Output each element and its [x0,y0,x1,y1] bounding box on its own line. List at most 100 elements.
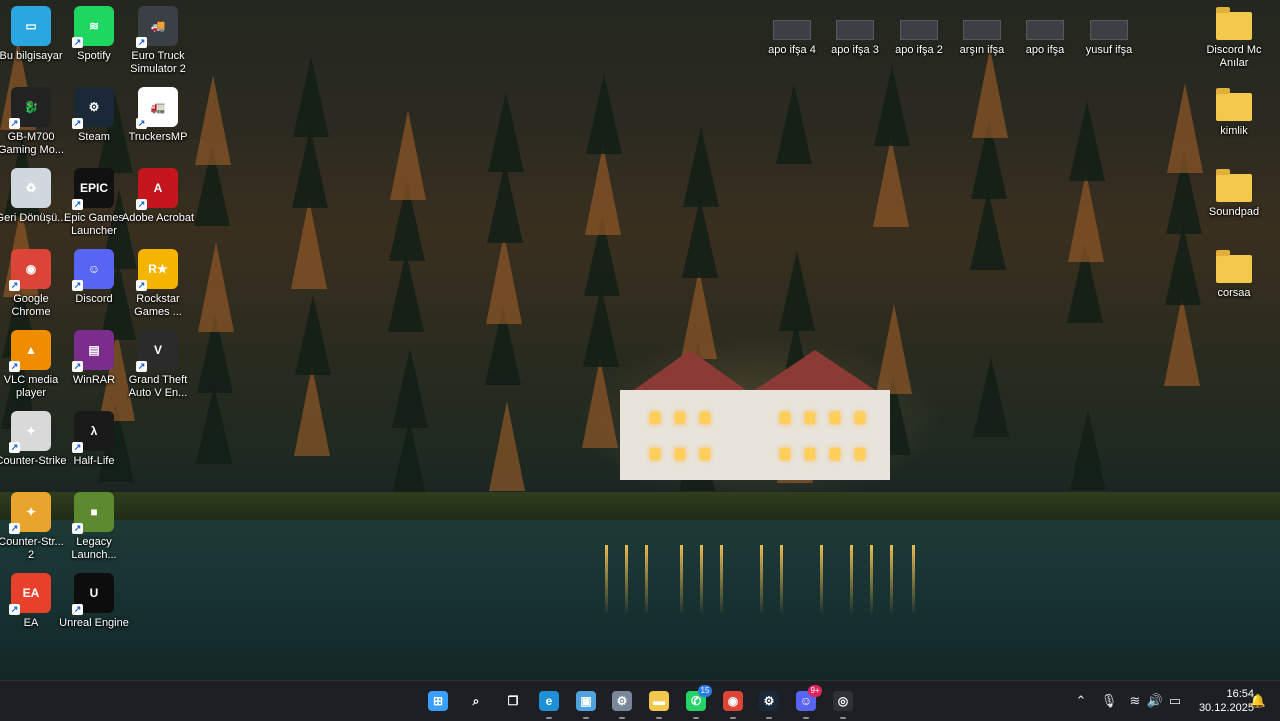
video-thumbnail-icon [836,20,874,40]
truck-icon: 🚚 ↗ [136,6,178,48]
light-reflection [850,545,853,615]
steam-taskbar-button[interactable]: ⚙ [755,687,783,719]
light-reflection [680,545,683,615]
desktop-icon[interactable]: A ↗ Adobe Acrobat [121,164,195,225]
desktop-icon-label: TruckersMP [128,131,188,143]
task-view-button[interactable]: ❐ [499,687,527,715]
discord-taskbar-button[interactable]: ☺ 9+ [792,685,822,719]
lit-window [700,448,710,460]
chrome-icon: ◉ ↗ [9,249,51,291]
desktop-icon[interactable]: ⚙ ↗ Steam [57,83,131,144]
desktop-icon[interactable]: ■ ↗ Legacy Launch... [57,488,131,562]
notification-bell-icon[interactable]: 🔔 [1250,681,1266,721]
desktop-icon[interactable]: Soundpad [1197,164,1271,219]
lit-window [780,448,790,460]
icon-glyph: e [545,694,553,708]
edge-button[interactable]: e [535,687,563,719]
desktop-icon[interactable]: corsaa [1197,245,1271,300]
lit-window [650,412,660,424]
tree-shape [972,48,1008,138]
tree-shape [294,366,330,456]
file-explorer-button[interactable]: ▬ [645,687,673,719]
desktop-icon-label: Bu bilgisayar [0,50,63,62]
tree-shape [292,128,328,208]
icon-glyph: ❐ [507,694,519,708]
desktop-icon-label: kimlik [1220,125,1248,137]
taskbar: ⊞ ⌕ ❐ e ▣ ⚙ ▬ ✆ 15 ◉ ⚙ ☺ 9+ ◎ ⌃ 🎙 ≋ 🔊 ▭ 16:54 30.12.2… [0,680,1280,721]
shortcut-arrow-icon: ↗ [72,604,83,615]
desktop-icon-label: Legacy Launch... [71,536,117,561]
lit-window [805,448,815,460]
icon-glyph: ⚙ [88,100,100,114]
clock[interactable]: 16:54 30.12.2025 [1186,687,1254,715]
tree-shape [295,295,331,375]
desktop-icon-label: EA [23,617,39,629]
icon-glyph: V [153,343,162,357]
desktop-icon-label: Soundpad [1208,206,1260,218]
whatsapp-button[interactable]: ✆ 15 [682,685,712,719]
lake-house [620,350,890,480]
desktop-icon-label: Euro Truck Simulator 2 [130,50,186,75]
desktop-icon[interactable]: ≋ ↗ Spotify [57,2,131,63]
gear-icon: ⚙ [612,691,632,711]
desktop-icon-label: Steam [78,131,110,143]
desktop-icon[interactable]: 🚚 ↗ Euro Truck Simulator 2 [121,2,195,76]
light-reflection [890,545,893,615]
microphone-icon[interactable]: 🎙 [1100,681,1118,721]
desktop-icon[interactable]: λ ↗ Half-Life [57,407,131,468]
shortcut-arrow-icon: ↗ [72,442,83,453]
shortcut-arrow-icon: ↗ [9,604,20,615]
battery-icon[interactable]: ▭ [1166,681,1184,721]
desktop-icon[interactable]: ▤ ↗ WinRAR [57,326,131,387]
light-reflection [645,545,648,615]
folder-icon [1216,250,1252,283]
wifi-icon[interactable]: ≋ [1126,681,1144,721]
tree-shape [583,287,619,367]
minecraft-icon: ■ ↗ [72,492,114,534]
icon-glyph: ⚙ [616,694,628,708]
running-indicator [693,717,699,719]
light-reflection [780,545,783,615]
shortcut-arrow-icon: ↗ [9,118,20,129]
desktop-icon[interactable]: apo ifşa 3 [818,2,892,57]
shortcut-arrow-icon: ↗ [9,442,20,453]
tree-shape [683,127,719,207]
desktop-icon[interactable]: ☺ ↗ Discord [57,245,131,306]
start-button[interactable]: ⊞ [424,687,452,715]
shortcut-arrow-icon: ↗ [72,118,83,129]
dragon-icon: 🐉 ↗ [9,87,51,129]
desktop-icon[interactable]: yusuf ifşa [1072,2,1146,57]
icon-glyph: ◉ [727,694,739,708]
tree-shape [779,251,815,331]
steam-icon: ⚙ ↗ [72,87,114,129]
show-hidden-icons-chevron[interactable]: ⌃ [1072,681,1090,721]
shortcut-arrow-icon: ↗ [9,523,20,534]
desktop-icon[interactable]: Discord Mc Anılar [1197,2,1271,70]
desktop-icon[interactable]: 🚛 ↗ TruckersMP [121,83,195,144]
clock-time: 16:54 [1226,688,1254,700]
obs-button[interactable]: ◎ [829,687,857,719]
search-button[interactable]: ⌕ [462,687,490,715]
icon-glyph: U [89,586,99,600]
volume-icon[interactable]: 🔊 [1146,681,1164,721]
desktop-icon-label: Discord [75,293,113,305]
monitor-icon: ▣ [576,691,596,711]
monitor-app-button[interactable]: ▣ [572,687,600,719]
settings-button[interactable]: ⚙ [608,687,636,719]
desktop-icon[interactable]: V ↗ Grand Theft Auto V En... [121,326,195,400]
icon-glyph: ▭ [25,19,37,33]
desktop-icon-label: apo ifşa 4 [768,44,816,56]
chrome-taskbar-button[interactable]: ◉ [719,687,747,719]
desktop-icon[interactable]: kimlik [1197,83,1271,138]
desktop-icon[interactable]: EPIC ↗ Epic Games Launcher [57,164,131,238]
lit-window [830,412,840,424]
tree-shape [388,252,424,332]
light-reflection [605,545,608,615]
tree-shape [970,190,1006,270]
lit-window [650,448,660,460]
desktop-icon[interactable]: U ↗ Unreal Engine [57,569,131,630]
desktop-icon-label: arşın ifşa [959,44,1005,56]
desktop-icon[interactable]: apo ifşa [1008,2,1082,57]
icon-glyph: EPIC [79,181,108,195]
desktop-icon[interactable]: R★ ↗ Rockstar Games ... [121,245,195,319]
